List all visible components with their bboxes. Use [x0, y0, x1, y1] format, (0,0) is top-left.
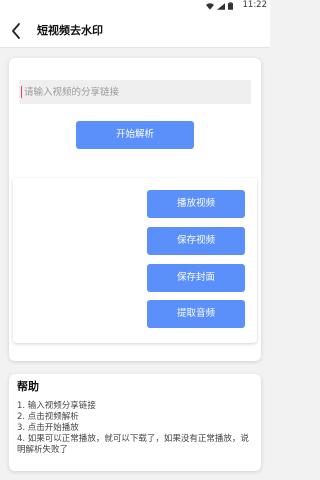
help-step: 3. 点击开始播放: [17, 423, 79, 433]
help-steps: 1. 输入视频分享链接 2. 点击视频解析 3. 点击开始播放 4. 如果可以正…: [17, 401, 253, 456]
help-step: 2. 点击视频解析: [17, 412, 79, 422]
page-title: 短视频去水印: [37, 24, 103, 37]
start-parse-button[interactable]: 开始解析: [76, 121, 194, 149]
play-video-button[interactable]: 播放视频: [147, 190, 245, 218]
signal-icon: [217, 2, 225, 10]
save-cover-button[interactable]: 保存封面: [147, 264, 245, 292]
status-icons: [206, 2, 233, 10]
app-bar: 短视频去水印: [0, 11, 270, 48]
battery-icon: [228, 2, 233, 10]
help-step: 1. 输入视频分享链接: [17, 401, 96, 411]
text-caret: [21, 86, 22, 98]
help-title: 帮助: [17, 380, 39, 393]
extract-audio-button[interactable]: 提取音频: [147, 300, 245, 328]
back-arrow-icon: [12, 23, 20, 39]
status-bar: 11:22: [0, 0, 270, 11]
status-time: 11:22: [242, 0, 268, 10]
back-button[interactable]: [9, 23, 23, 39]
share-link-input[interactable]: [19, 80, 251, 104]
save-video-button[interactable]: 保存视频: [147, 227, 245, 255]
wifi-icon: [206, 2, 214, 10]
help-step: 4. 如果可以正常播放，就可以下载了，如果没有正常播放，说明解析失败了: [17, 434, 249, 455]
